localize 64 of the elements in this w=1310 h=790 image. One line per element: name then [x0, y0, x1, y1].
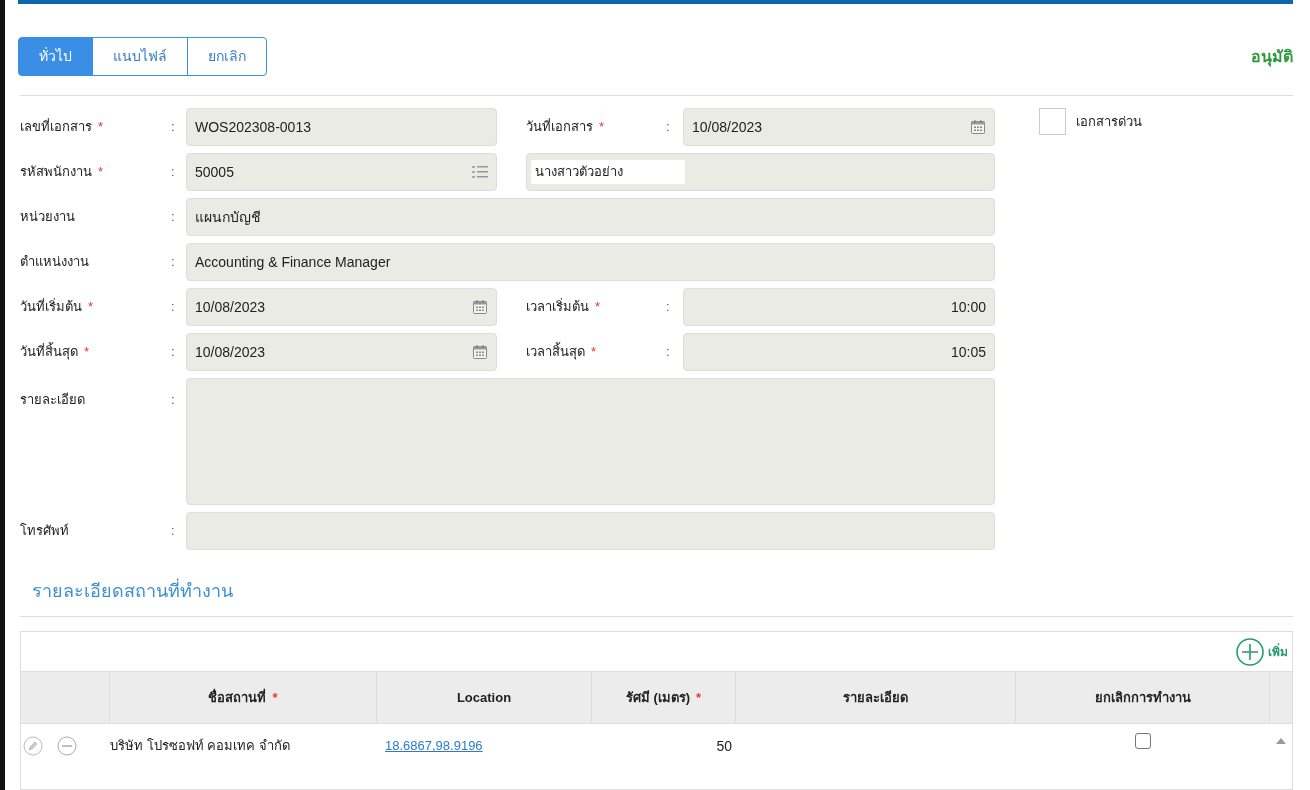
field-label: เลขที่เอกสาร [20, 117, 92, 137]
colon: : [666, 119, 670, 135]
required-mark: * [98, 163, 104, 182]
location-link[interactable]: 18.6867,98.9196 [385, 738, 483, 754]
colon: : [171, 392, 175, 407]
colon: : [666, 299, 670, 315]
tab[interactable]: แนบไฟล์ [92, 37, 188, 76]
field-label: หน่วยงาน [20, 208, 75, 227]
colon: : [171, 254, 175, 270]
column-header: ชื่อสถานที่ * [110, 672, 377, 723]
column-header: รัศมี (เมตร) * [592, 672, 736, 723]
remove-icon[interactable] [57, 736, 77, 756]
input-field[interactable]: แผนกบัญชี [186, 198, 995, 236]
column-header: รายละเอียด [736, 672, 1016, 723]
field-label: รายละเอียด [20, 391, 85, 409]
field-label: เวลาสิ้นสุด [526, 342, 585, 362]
scroll-up-icon[interactable] [1276, 738, 1286, 744]
table-cell-text: บริษัท โปรซอฟท์ คอมเทค จำกัด [110, 737, 291, 756]
approve-link[interactable]: อนุมัติ [1251, 44, 1293, 69]
input-field[interactable] [186, 512, 995, 550]
list-icon[interactable] [472, 165, 488, 179]
colon: : [171, 299, 175, 315]
input-field[interactable]: 10:00 [683, 288, 995, 326]
colon: : [171, 523, 175, 539]
tab[interactable]: ยกเลิก [187, 37, 267, 76]
pencil-icon[interactable] [23, 736, 43, 756]
colon: : [666, 344, 670, 360]
calendar-icon[interactable] [472, 299, 488, 315]
input-field[interactable]: 10:05 [683, 333, 995, 371]
input-field[interactable]: 10/08/2023 [186, 333, 497, 371]
input-field[interactable]: 10/08/2023 [186, 288, 497, 326]
required-mark: * [88, 298, 94, 317]
input-field[interactable]: Accounting & Finance Manager [186, 243, 995, 281]
required-mark: * [599, 118, 605, 137]
field-label: โทรศัพท์ [20, 522, 69, 541]
field-label: รหัสพนักงาน [20, 163, 92, 182]
required-mark: * [591, 343, 597, 362]
field-label: เวลาเริ่มต้น [526, 297, 589, 317]
colon: : [171, 164, 175, 180]
field-label: วันที่เอกสาร [526, 117, 593, 137]
urgent-checkbox[interactable] [1039, 108, 1066, 135]
required-mark: * [84, 343, 90, 362]
colon: : [171, 209, 175, 225]
input-field[interactable] [186, 378, 995, 505]
required-mark: * [98, 118, 104, 137]
required-mark: * [595, 298, 601, 317]
urgent-label: เอกสารด่วน [1076, 112, 1142, 131]
calendar-icon[interactable] [970, 119, 986, 135]
field-label: ตำแหน่งงาน [20, 253, 89, 272]
table-cell-text: 50 [715, 736, 733, 756]
name-field[interactable]: นางสาวตัวอย่าง [526, 153, 995, 191]
colon: : [171, 344, 175, 360]
column-header: Location [377, 672, 592, 723]
field-label: วันที่เริ่มต้น [20, 297, 82, 317]
calendar-icon[interactable] [472, 344, 488, 360]
input-field[interactable]: WOS202308-0013 [186, 108, 497, 146]
input-field[interactable]: 50005 [186, 153, 497, 191]
plus-circle-icon[interactable] [1235, 636, 1265, 667]
input-field[interactable]: 10/08/2023 [683, 108, 995, 146]
checkbox[interactable] [1135, 733, 1151, 749]
field-label: วันที่สิ้นสุด [20, 342, 78, 362]
add-link[interactable]: เพิ่ม [1268, 642, 1288, 661]
colon: : [171, 119, 175, 135]
column-header: ยกเลิกการทำงาน [1016, 672, 1270, 723]
